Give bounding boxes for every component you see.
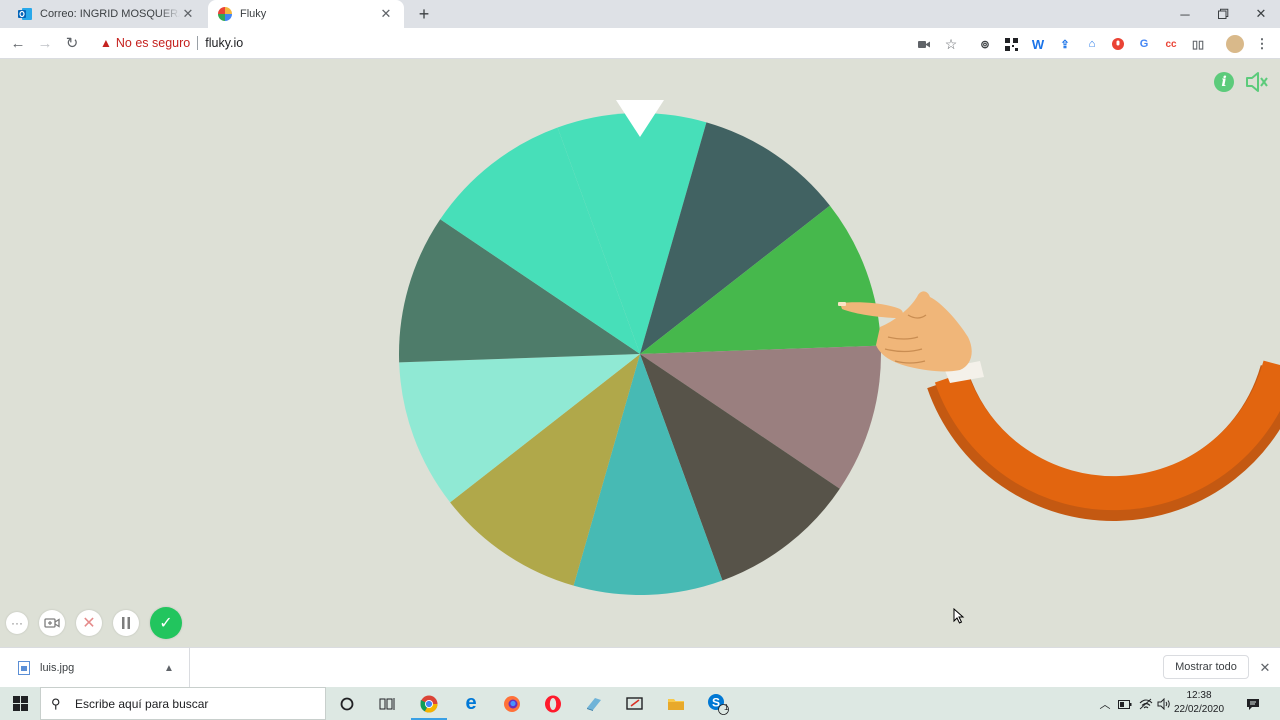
profile-avatar[interactable]	[1226, 35, 1244, 53]
translate-icon[interactable]: G	[1136, 36, 1152, 52]
wheel-scene	[399, 100, 1280, 596]
recorder-controls: ··· ✕ ✓	[6, 607, 193, 639]
tab-strip: Correo: INGRID MOSQUERA GENERAL - Outloo…	[0, 0, 1280, 28]
system-clock[interactable]: 12:38 22/02/2020	[1170, 689, 1228, 717]
app-icon[interactable]	[574, 687, 614, 720]
spin-wheel[interactable]	[399, 112, 881, 596]
menu-icon[interactable]: ⋮	[1254, 36, 1270, 52]
minimize-icon[interactable]: ─	[1166, 0, 1204, 28]
clock-date: 22/02/2020	[1173, 704, 1225, 715]
close-shelf-icon[interactable]: ✕	[1257, 660, 1273, 676]
skype-icon[interactable]: S 1	[698, 687, 738, 720]
browser-toolbar: ← → ↻ ▲ No es seguro fluky.io ☆ ⊚ W ⇪ ⌂ …	[0, 28, 1280, 59]
camera-icon[interactable]	[917, 37, 931, 51]
pause-icon[interactable]	[113, 610, 139, 636]
security-label[interactable]: No es seguro	[116, 36, 190, 50]
back-icon[interactable]: ←	[8, 33, 28, 53]
cancel-icon[interactable]: ✕	[76, 610, 102, 636]
new-tab-button[interactable]: +	[414, 4, 434, 24]
fluky-icon	[218, 7, 232, 21]
download-filename: luis.jpg	[40, 662, 75, 674]
mute-icon[interactable]	[1245, 71, 1269, 93]
url-text[interactable]: fluky.io	[205, 36, 243, 50]
wifi-icon[interactable]	[1138, 696, 1154, 712]
outlook-icon	[18, 7, 32, 21]
tab-title: Fluky	[240, 8, 267, 20]
opera-icon[interactable]	[533, 687, 573, 720]
tab-title: Correo: INGRID MOSQUERA GENERAL - Outloo…	[40, 8, 180, 20]
search-placeholder: Escribe aquí para buscar	[75, 696, 209, 711]
cc-icon[interactable]: cc	[1163, 36, 1179, 52]
ext-circle-icon[interactable]: ⊚	[977, 36, 993, 52]
chrome-icon[interactable]	[409, 687, 449, 720]
camera-toggle-icon[interactable]	[39, 610, 65, 636]
reload-icon[interactable]: ↻	[62, 33, 82, 53]
fluky-page: i ··· ✕ ✓	[0, 59, 1280, 647]
cortana-icon[interactable]	[327, 687, 367, 720]
mouse-cursor-icon	[953, 608, 965, 624]
taskbar-search-input[interactable]: ⚲ Escribe aquí para buscar	[40, 687, 326, 720]
show-all-button[interactable]: Mostrar todo	[1163, 655, 1249, 679]
edge-icon[interactable]: e	[451, 687, 491, 720]
address-bar[interactable]: ▲ No es seguro fluky.io	[92, 31, 968, 55]
upload-icon[interactable]: ⇪	[1057, 36, 1073, 52]
forward-icon[interactable]: →	[35, 33, 55, 53]
windows-taskbar: ⚲ Escribe aquí para buscar e S 1 ︿ 12:38…	[0, 687, 1280, 720]
star-icon[interactable]: ☆	[944, 36, 958, 52]
cap-icon[interactable]: ⌂	[1084, 36, 1100, 52]
divider	[197, 36, 199, 50]
tab-close-icon[interactable]: ✕	[180, 6, 196, 22]
tab-outlook[interactable]: Correo: INGRID MOSQUERA GENERAL - Outloo…	[8, 0, 206, 28]
done-icon[interactable]: ✓	[150, 607, 182, 639]
maximize-icon[interactable]	[1204, 0, 1242, 28]
firefox-icon[interactable]	[492, 687, 532, 720]
chevron-up-icon[interactable]: ︿	[1098, 696, 1112, 712]
download-item[interactable]: luis.jpg ▲	[14, 648, 190, 688]
reader-icon[interactable]: ▯▯	[1190, 36, 1206, 52]
download-shelf: luis.jpg ▲ Mostrar todo ✕	[0, 647, 1280, 688]
chevron-up-icon[interactable]: ▲	[161, 663, 177, 674]
mic-icon[interactable]	[1110, 36, 1126, 52]
skype-badge: 1	[724, 703, 729, 712]
qr-icon[interactable]	[1003, 36, 1019, 52]
battery-icon[interactable]	[1117, 696, 1133, 712]
warning-icon: ▲	[100, 36, 112, 50]
tab-close-icon[interactable]: ✕	[378, 6, 394, 22]
image-file-icon	[18, 661, 30, 675]
more-icon[interactable]: ···	[6, 612, 28, 634]
task-view-icon[interactable]	[367, 687, 407, 720]
files-icon[interactable]	[656, 687, 696, 720]
tab-fluky[interactable]: Fluky ✕	[208, 0, 404, 28]
snip-icon[interactable]	[615, 687, 655, 720]
windows-start-icon[interactable]	[0, 687, 40, 720]
close-icon[interactable]: ✕	[1242, 0, 1280, 28]
notification-icon[interactable]	[1245, 696, 1261, 712]
search-icon: ⚲	[51, 695, 61, 711]
w-icon[interactable]: W	[1030, 36, 1046, 52]
info-icon[interactable]: i	[1214, 72, 1234, 92]
clock-time: 12:38	[1186, 690, 1212, 701]
